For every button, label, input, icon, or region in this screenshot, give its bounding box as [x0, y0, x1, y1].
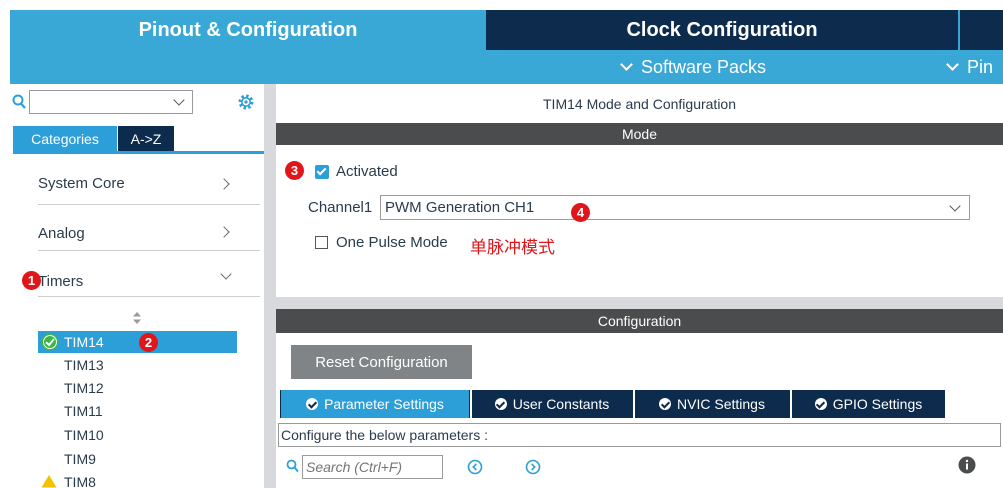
info-icon[interactable] [958, 456, 976, 474]
tab-parameter-settings[interactable]: Parameter Settings [281, 390, 469, 418]
reset-configuration-button[interactable]: Reset Configuration [291, 345, 472, 379]
category-label: Timers [38, 273, 84, 290]
gear-icon[interactable] [237, 93, 255, 111]
mode-header-label: Mode [621, 126, 658, 142]
configure-description: Configure the below parameters : [278, 423, 1001, 447]
search-icon [12, 94, 26, 109]
panel-title: TIM14 Mode and Configuration [543, 96, 736, 112]
chevron-down-icon [946, 58, 959, 71]
timer-item-tim10[interactable]: TIM10 [64, 427, 104, 443]
chevron-down-icon [949, 200, 961, 212]
parameter-search-input[interactable] [302, 455, 443, 479]
timer-item-tim12[interactable]: TIM12 [64, 380, 104, 396]
tab-a-z[interactable]: A->Z [118, 126, 174, 151]
mode-config-divider[interactable] [276, 297, 1003, 309]
tab-categories-label: Categories [31, 130, 99, 147]
tab-pinout-configuration[interactable]: Pinout & Configuration [10, 10, 486, 50]
check-circle-icon [41, 333, 59, 351]
warning-icon [41, 475, 57, 488]
category-analog[interactable]: Analog [38, 225, 248, 247]
channel1-label: Channel1 [308, 199, 373, 216]
panel-splitter[interactable] [264, 84, 276, 488]
check-circle-icon [814, 398, 827, 410]
tab-categories[interactable]: Categories [13, 126, 117, 151]
category-label: System Core [38, 175, 125, 192]
software-packs-menu[interactable]: Software Packs [620, 50, 767, 84]
annotation-badge-4: 4 [571, 203, 590, 222]
check-icon [316, 165, 327, 176]
tab-overflow [960, 10, 1003, 50]
divider [38, 204, 260, 205]
tab-label: User Constants [512, 396, 610, 412]
tab-nvic-settings[interactable]: NVIC Settings [635, 390, 789, 418]
check-circle-icon [659, 398, 672, 410]
timer-item-tim8[interactable]: TIM8 [64, 474, 96, 488]
annotation-badge-1: 1 [22, 271, 41, 290]
tab-gpio-settings[interactable]: GPIO Settings [792, 390, 945, 418]
configuration-header-label: Configuration [597, 313, 682, 329]
mode-header: Mode [276, 123, 1003, 145]
next-icon[interactable] [525, 459, 541, 475]
annotation-badge-2: 2 [139, 333, 158, 352]
check-circle-icon [306, 398, 319, 410]
sort-icon[interactable] [133, 312, 141, 324]
tab-clock-label: Clock Configuration [626, 18, 818, 41]
pinout-menu[interactable]: Pin [946, 50, 994, 84]
activated-checkbox[interactable] [315, 165, 329, 179]
channel1-select[interactable]: PWM Generation CH1 [380, 195, 970, 220]
reset-configuration-label: Reset Configuration [315, 353, 448, 371]
tab-clock-configuration[interactable]: Clock Configuration [486, 10, 958, 50]
category-timers[interactable]: Timers [38, 273, 248, 295]
annotation-text: 单脉冲模式 [470, 238, 555, 258]
chevron-down-icon [173, 94, 185, 106]
configure-description-text: Configure the below parameters : [281, 427, 488, 443]
software-packs-label: Software Packs [641, 56, 767, 77]
chevron-down-icon [620, 58, 633, 71]
one-pulse-label: One Pulse Mode [336, 234, 448, 251]
left-panel: Categories A->Z System Core Analog Timer… [10, 84, 264, 488]
timer-item-tim13[interactable]: TIM13 [64, 357, 104, 373]
sub-toolbar: Software Packs Pin [10, 50, 1003, 84]
search-icon [286, 459, 299, 473]
annotation-badge-3: 3 [285, 161, 304, 180]
tab-label: NVIC Settings [677, 396, 765, 412]
activated-label: Activated [336, 163, 398, 180]
tab-a-z-label: A->Z [130, 130, 162, 147]
divider [38, 296, 260, 297]
timer-item-tim11[interactable]: TIM11 [64, 403, 103, 419]
timer-item-tim9[interactable]: TIM9 [64, 451, 96, 467]
timer-label: TIM14 [64, 334, 104, 350]
previous-icon[interactable] [467, 459, 483, 475]
category-label: Analog [38, 225, 85, 242]
check-circle-icon [494, 398, 507, 410]
tab-pinout-label: Pinout & Configuration [138, 18, 358, 41]
pinout-menu-label: Pin [967, 56, 994, 77]
divider [38, 250, 260, 251]
channel1-value: PWM Generation CH1 [385, 199, 535, 216]
tab-label: GPIO Settings [832, 396, 923, 412]
category-system-core[interactable]: System Core [38, 175, 248, 197]
tab-label: Parameter Settings [324, 396, 444, 412]
tab-underline [13, 151, 264, 154]
one-pulse-checkbox[interactable] [315, 236, 328, 249]
configuration-header: Configuration [276, 309, 1003, 333]
tab-user-constants[interactable]: User Constants [472, 390, 632, 418]
search-input[interactable] [29, 90, 193, 114]
